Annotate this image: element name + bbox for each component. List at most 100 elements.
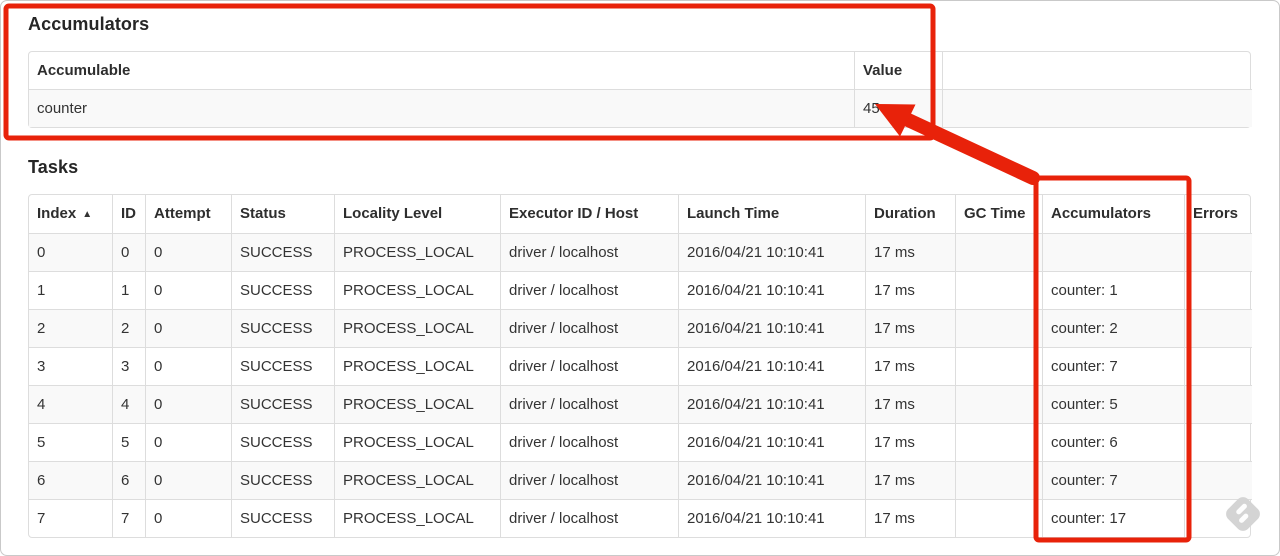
cell-locality: PROCESS_LOCAL: [334, 423, 500, 461]
column-header-duration[interactable]: Duration: [865, 195, 955, 233]
column-header-gc-time[interactable]: GC Time: [955, 195, 1042, 233]
column-header-errors[interactable]: Errors: [1184, 195, 1252, 233]
cell-locality: PROCESS_LOCAL: [334, 461, 500, 499]
cell-status: SUCCESS: [231, 423, 334, 461]
cell-launch: 2016/04/21 10:10:41: [678, 309, 865, 347]
cell-duration: 17 ms: [865, 499, 955, 537]
cell-id: 6: [112, 461, 145, 499]
cell-launch: 2016/04/21 10:10:41: [678, 423, 865, 461]
cell-status: SUCCESS: [231, 347, 334, 385]
cell-accumulators: counter: 17: [1042, 499, 1184, 537]
column-header-attempt[interactable]: Attempt: [145, 195, 231, 233]
task-row: 3 3 0 SUCCESS PROCESS_LOCAL driver / localhos…: [29, 347, 1252, 385]
task-row: 7 7 0 SUCCESS PROCESS_LOCAL driver / localhos…: [29, 499, 1252, 537]
cell-accumulators: counter: 5: [1042, 385, 1184, 423]
column-header-executor-id-host[interactable]: Executor ID / Host: [500, 195, 678, 233]
cell-launch: 2016/04/21 10:10:41: [678, 499, 865, 537]
cell-launch: 2016/04/21 10:10:41: [678, 461, 865, 499]
cell-executor: driver / localhost: [500, 271, 678, 309]
cell-launch: 2016/04/21 10:10:41: [678, 271, 865, 309]
cell-locality: PROCESS_LOCAL: [334, 309, 500, 347]
column-header-launch-time[interactable]: Launch Time: [678, 195, 865, 233]
cell-filler: [942, 89, 1252, 127]
cell-errors: [1184, 385, 1252, 423]
cell-gc: [955, 309, 1042, 347]
column-header-accumulable: Accumulable: [37, 62, 131, 79]
cell-id: 1: [112, 271, 145, 309]
task-row: 0 0 0 SUCCESS PROCESS_LOCAL driver / localhos…: [29, 233, 1252, 271]
cell-value: 45: [854, 89, 942, 127]
cell-errors: [1184, 271, 1252, 309]
task-row: 4 4 0 SUCCESS PROCESS_LOCAL driver / localhos…: [29, 385, 1252, 423]
cell-locality: PROCESS_LOCAL: [334, 385, 500, 423]
cell-gc: [955, 385, 1042, 423]
cell-index: 1: [29, 271, 112, 309]
cell-id: 5: [112, 423, 145, 461]
cell-gc: [955, 499, 1042, 537]
cell-executor: driver / localhost: [500, 309, 678, 347]
column-header-value: Value: [854, 52, 942, 89]
cell-accumulators: [1042, 233, 1184, 271]
cell-index: 5: [29, 423, 112, 461]
cell-locality: PROCESS_LOCAL: [334, 347, 500, 385]
cell-accumulators: counter: 1: [1042, 271, 1184, 309]
cell-status: SUCCESS: [231, 271, 334, 309]
cell-attempt: 0: [145, 461, 231, 499]
column-header-id[interactable]: ID: [112, 195, 145, 233]
cell-gc: [955, 423, 1042, 461]
cell-index: 7: [29, 499, 112, 537]
cell-index: 3: [29, 347, 112, 385]
accumulable-table-wrapper: Accumulable Value counter 45: [28, 51, 1252, 128]
cell-errors: [1184, 347, 1252, 385]
cell-errors: [1184, 233, 1252, 271]
column-header-accumulators[interactable]: Accumulators: [1042, 195, 1184, 233]
sort-ascending-icon: ▲: [82, 209, 93, 220]
tasks-header-row: Index ▲ ID Attempt Status Locality Level …: [29, 195, 1252, 233]
cell-locality: PROCESS_LOCAL: [334, 233, 500, 271]
cell-index: 2: [29, 309, 112, 347]
cell-index: 0: [29, 233, 112, 271]
cell-duration: 17 ms: [865, 309, 955, 347]
accumulators-heading: Accumulators: [28, 14, 150, 34]
cell-id: 3: [112, 347, 145, 385]
cell-attempt: 0: [145, 423, 231, 461]
cell-index: 4: [29, 385, 112, 423]
column-header-index[interactable]: Index ▲: [29, 195, 112, 233]
cell-accumulators: counter: 7: [1042, 347, 1184, 385]
column-header-index-label: Index: [37, 205, 77, 222]
cell-launch: 2016/04/21 10:10:41: [678, 347, 865, 385]
cell-attempt: 0: [145, 385, 231, 423]
cell-duration: 17 ms: [865, 347, 955, 385]
cell-duration: 17 ms: [865, 423, 955, 461]
tasks-heading: Tasks: [28, 157, 79, 177]
column-header-status[interactable]: Status: [231, 195, 334, 233]
cell-status: SUCCESS: [231, 385, 334, 423]
spark-stage-page: Accumulators Accumulable Value counter 45…: [28, 11, 1252, 538]
cell-executor: driver / localhost: [500, 461, 678, 499]
cell-duration: 17 ms: [865, 385, 955, 423]
column-header-locality-level[interactable]: Locality Level: [334, 195, 500, 233]
cell-executor: driver / localhost: [500, 385, 678, 423]
cell-locality: PROCESS_LOCAL: [334, 271, 500, 309]
cell-locality: PROCESS_LOCAL: [334, 499, 500, 537]
cell-gc: [955, 271, 1042, 309]
browser-viewport: Accumulators Accumulable Value counter 45…: [0, 0, 1280, 556]
cell-launch: 2016/04/21 10:10:41: [678, 233, 865, 271]
cell-status: SUCCESS: [231, 309, 334, 347]
accumulable-table: Accumulable Value counter 45: [29, 52, 1252, 127]
cell-id: 7: [112, 499, 145, 537]
cell-duration: 17 ms: [865, 461, 955, 499]
cell-index: 6: [29, 461, 112, 499]
cell-duration: 17 ms: [865, 233, 955, 271]
cell-errors: [1184, 461, 1252, 499]
cell-errors: [1184, 309, 1252, 347]
task-row: 5 5 0 SUCCESS PROCESS_LOCAL driver / localhos…: [29, 423, 1252, 461]
cell-executor: driver / localhost: [500, 347, 678, 385]
cell-accumulable: counter: [29, 89, 854, 127]
column-header-filler: [942, 52, 1252, 89]
cell-duration: 17 ms: [865, 271, 955, 309]
cell-gc: [955, 461, 1042, 499]
cell-status: SUCCESS: [231, 499, 334, 537]
cell-gc: [955, 233, 1042, 271]
cell-attempt: 0: [145, 499, 231, 537]
